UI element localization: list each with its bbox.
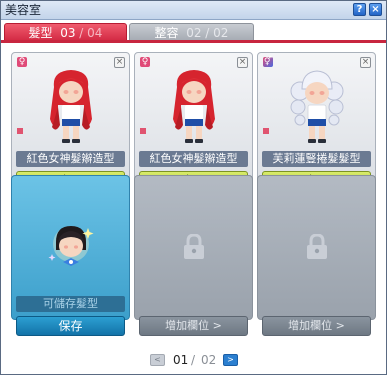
hair-name: 紅色女神髮辮造型 bbox=[16, 151, 125, 167]
tab-count-current: 03 bbox=[60, 26, 76, 40]
tab-count-total: 04 bbox=[87, 26, 103, 40]
red-hair-avatar bbox=[50, 70, 92, 143]
silver-curls-avatar bbox=[290, 70, 344, 143]
red-hair-avatar bbox=[173, 70, 215, 143]
current-hair-avatar bbox=[48, 226, 94, 266]
current-page: 01 bbox=[173, 353, 189, 367]
add-slot-button[interactable]: 增加欄位 > bbox=[139, 316, 248, 336]
lock-icon bbox=[184, 234, 204, 259]
hair-name: 紅色女神髮辮造型 bbox=[139, 151, 248, 167]
marker bbox=[263, 128, 269, 134]
unisex-icon: ⚥ bbox=[263, 57, 273, 67]
locked-slot-card: 增加欄位 > bbox=[134, 175, 253, 336]
marker bbox=[140, 128, 146, 134]
add-slot-button[interactable]: 增加欄位 > bbox=[262, 316, 371, 336]
pagination: < 01 / 02 > bbox=[1, 351, 386, 371]
save-button[interactable]: 保存 bbox=[16, 316, 125, 336]
tab-count-sep: / bbox=[205, 26, 210, 40]
tab-underline bbox=[1, 40, 386, 43]
marker bbox=[17, 128, 23, 134]
delete-slot-button[interactable]: × bbox=[237, 57, 248, 68]
tab-label: 整容 bbox=[154, 26, 179, 40]
next-page-button[interactable]: > bbox=[223, 354, 238, 366]
tab-hairstyle[interactable]: 髮型 03 / 04 bbox=[4, 23, 127, 41]
female-icon: ♀ bbox=[17, 57, 27, 67]
window-title: 美容室 bbox=[5, 3, 42, 17]
lock-icon bbox=[307, 234, 327, 259]
locked-slot-card: 增加欄位 > bbox=[257, 175, 376, 336]
title-bar: 美容室 ? × bbox=[1, 1, 386, 20]
tab-label: 髮型 bbox=[28, 26, 53, 40]
hair-name: 芙莉蓮豎捲髮髮型 bbox=[262, 151, 371, 167]
tab-count-sep: / bbox=[79, 26, 84, 40]
tab-face[interactable]: 整容 02 / 02 bbox=[129, 23, 254, 41]
beauty-salon-window: 美容室 ? × 髮型 03 / 04 整容 02 / 02 ♀ × 紅色女神髮辮… bbox=[0, 0, 387, 375]
save-slot-card[interactable]: 可儲存髮型 保存 bbox=[11, 175, 130, 336]
close-button[interactable]: × bbox=[369, 3, 382, 16]
delete-slot-button[interactable]: × bbox=[114, 57, 125, 68]
page-separator: / bbox=[191, 353, 196, 367]
prev-page-button[interactable]: < bbox=[150, 354, 165, 366]
female-icon: ♀ bbox=[140, 57, 150, 67]
help-button[interactable]: ? bbox=[353, 3, 366, 16]
tab-count-total: 02 bbox=[213, 26, 229, 40]
tab-count-current: 02 bbox=[186, 26, 202, 40]
total-pages: 02 bbox=[201, 353, 217, 367]
delete-slot-button[interactable]: × bbox=[360, 57, 371, 68]
storable-hairstyle-label: 可儲存髮型 bbox=[16, 296, 125, 312]
